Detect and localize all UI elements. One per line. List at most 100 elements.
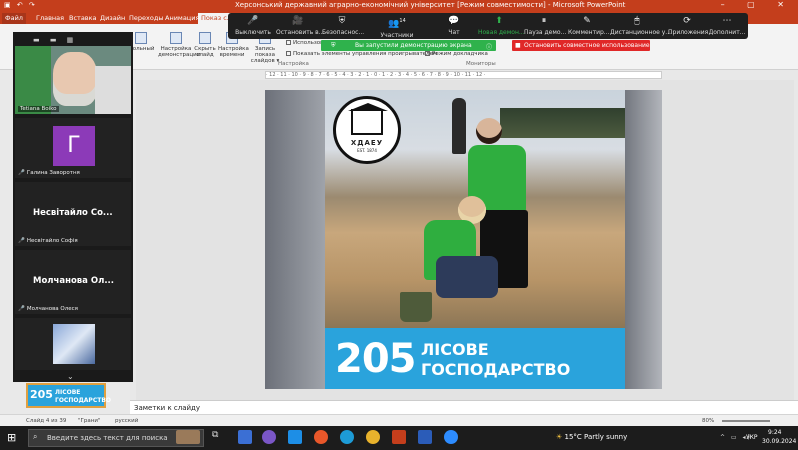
sun-icon: ☀ [556, 433, 563, 441]
powerpoint-icon[interactable] [392, 430, 406, 444]
banner-line-1: ЛІСОВЕ [421, 340, 489, 359]
mute-button[interactable]: 🎤 Выключить [232, 16, 274, 36]
slideshow-icon [135, 32, 147, 44]
weather-widget[interactable]: ☀ 15°C Partly sunny [556, 433, 627, 441]
file-explorer-icon[interactable] [238, 430, 252, 444]
photo-person-head [476, 118, 502, 144]
tab-insert[interactable]: Вставка [66, 13, 100, 24]
tab-design[interactable]: Дизайн [97, 13, 128, 24]
chevron-down-icon[interactable]: ⌄ [67, 372, 74, 381]
more-button[interactable]: ⋯ Дополнит... [708, 16, 746, 36]
window-controls[interactable]: – ▢ ✕ [721, 0, 794, 9]
clock-time[interactable]: 9:24 [768, 429, 781, 436]
selected-slide-thumbnail[interactable]: 205 ЛІСОВЕ ГОСПОДАРСТВО [26, 383, 111, 408]
security-button[interactable]: ⛨ Безопаснос... [322, 16, 364, 36]
stop-icon: ■ [515, 42, 521, 49]
checkbox-icon [425, 51, 430, 56]
shield-icon: ⛨ [338, 16, 346, 26]
edge-icon[interactable] [340, 430, 354, 444]
slide-decor-right [625, 90, 662, 389]
remote-control-icon: 🖱 [634, 16, 640, 26]
banner-line-2: ГОСПОДАРСТВО [421, 360, 571, 379]
checkbox-icon [286, 40, 291, 45]
participant-video-tile[interactable]: Tetiana Boiko [15, 46, 131, 114]
participant-avatar-tile[interactable]: Г 🎤 Галина Заворотня [15, 118, 131, 178]
slide-decor-left [265, 90, 325, 389]
notes-pane[interactable]: Заметки к слайду [130, 400, 798, 414]
viber-icon[interactable] [262, 430, 276, 444]
hide-slide-button[interactable]: Скрыть слайд [194, 32, 216, 58]
video-icon: 🎥 [292, 16, 304, 26]
photo-bucket [400, 292, 432, 322]
participant-image-tile[interactable] [15, 318, 131, 370]
stop-video-button[interactable]: 🎥 Остановить в... [276, 16, 324, 36]
quick-access-toolbar[interactable]: ▣ ↶ ↷ [4, 1, 37, 9]
zoom-meeting-toolbar: 🎤 Выключить 🎥 Остановить в... ⛨ Безопаснос.… [228, 13, 748, 39]
muted-mic-icon: 🎤 [18, 170, 25, 176]
muted-mic-icon: 🎤 [18, 238, 25, 244]
mic-icon: 🎤 [247, 16, 259, 26]
chat-button[interactable]: 💬 Чат [440, 16, 468, 36]
horizontal-ruler: · 12 · 11 · 10 · 9 · 8 · 7 · 6 · 5 · 4 ·… [265, 71, 662, 79]
photo-treeline [500, 108, 625, 138]
view-switcher-icons[interactable]: ▬ ▬ ▦ [33, 36, 77, 44]
participant-name-tile[interactable]: Молчанова Ол... 🎤 Молчанова Олеся [15, 250, 131, 314]
annotate-icon: ✎ [583, 16, 591, 26]
checkbox-presenter-view[interactable]: Режим докладчика [425, 51, 488, 57]
clock-date[interactable]: 30.09.2024 [762, 438, 796, 445]
remote-control-button[interactable]: 🖱 Дистанционное у... [610, 16, 671, 36]
avatar: Г [53, 126, 95, 166]
logo-text: ХДАЕУ [350, 139, 384, 147]
pause-share-button[interactable]: ⏸ Пауза демо... [524, 16, 566, 36]
participant-name: 🎤 Галина Заворотня [18, 170, 80, 176]
annotate-button[interactable]: ✎ Комментир... [568, 16, 610, 36]
shield-icon: ⛨ [331, 42, 336, 49]
setup-icon [170, 32, 182, 44]
hide-slide-icon [199, 32, 211, 44]
checkbox-media-controls[interactable]: Показать элементы управления проигрывате… [286, 51, 437, 57]
telegram-icon[interactable] [288, 430, 302, 444]
participant-name: 🎤 Молчанова Олеся [18, 306, 78, 312]
tab-animation[interactable]: Анимация [162, 13, 202, 24]
language-indicator[interactable]: русский [115, 418, 138, 424]
zoom-slider[interactable] [722, 420, 770, 422]
more-icon: ⋯ [722, 16, 732, 26]
keyboard-language[interactable]: УКР [746, 434, 758, 441]
stop-share-button[interactable]: ■ Остановить совместное использование [512, 40, 650, 51]
slide-counter: Слайд 4 из 39 [26, 418, 67, 424]
task-view-icon[interactable]: ⧉ [212, 430, 226, 444]
participant-name: Tetiana Boiko [18, 106, 59, 112]
participant-picture [53, 324, 95, 364]
participant-face [53, 52, 97, 106]
zoom-icon[interactable] [444, 430, 458, 444]
participant-name: 🎤 Несвітайло Софія [18, 238, 78, 244]
search-highlight-image [176, 430, 200, 444]
tab-transitions[interactable]: Переходы [126, 13, 166, 24]
muted-mic-icon: 🎤 [18, 306, 25, 312]
banner-number: 205 [335, 336, 416, 382]
photo-person-background [452, 98, 466, 154]
sharing-banner: ⛨ Вы запустили демонстрацию экрана ⓘ [321, 40, 496, 51]
chat-icon: 💬 [448, 16, 460, 26]
setup-show-button[interactable]: Настройка демонстрации [158, 32, 200, 58]
info-icon: ⓘ [485, 44, 492, 51]
participants-button[interactable]: 👥14 Участники [376, 16, 418, 39]
pause-icon: ⏸ [541, 16, 547, 26]
logo-year: EST. 1874 [357, 148, 377, 153]
window-title: Херсонський державний аграрно-економічни… [235, 1, 626, 9]
tab-home[interactable]: Главная [33, 13, 67, 24]
checkbox-icon [286, 51, 291, 56]
apps-button[interactable]: ⟳ Приложения [668, 16, 708, 36]
windows-start-icon[interactable]: ⊞ [7, 431, 16, 444]
chrome-icon[interactable] [366, 430, 380, 444]
word-icon[interactable] [418, 430, 432, 444]
status-bar: Слайд 4 из 39 "Грани" русский 80% [0, 414, 798, 426]
zoom-level[interactable]: 80% [702, 418, 714, 424]
participant-name-tile[interactable]: Несвітайло Со... 🎤 Несвітайло Софія [15, 182, 131, 246]
tab-file[interactable]: Файл [2, 13, 26, 24]
new-share-button[interactable]: ⬆ Новая демон... [478, 16, 525, 36]
firefox-icon[interactable] [314, 430, 328, 444]
share-icon: ⬆ [495, 16, 503, 26]
group-label-setup: Настройка [278, 61, 309, 67]
participants-count: 14 [399, 18, 406, 24]
